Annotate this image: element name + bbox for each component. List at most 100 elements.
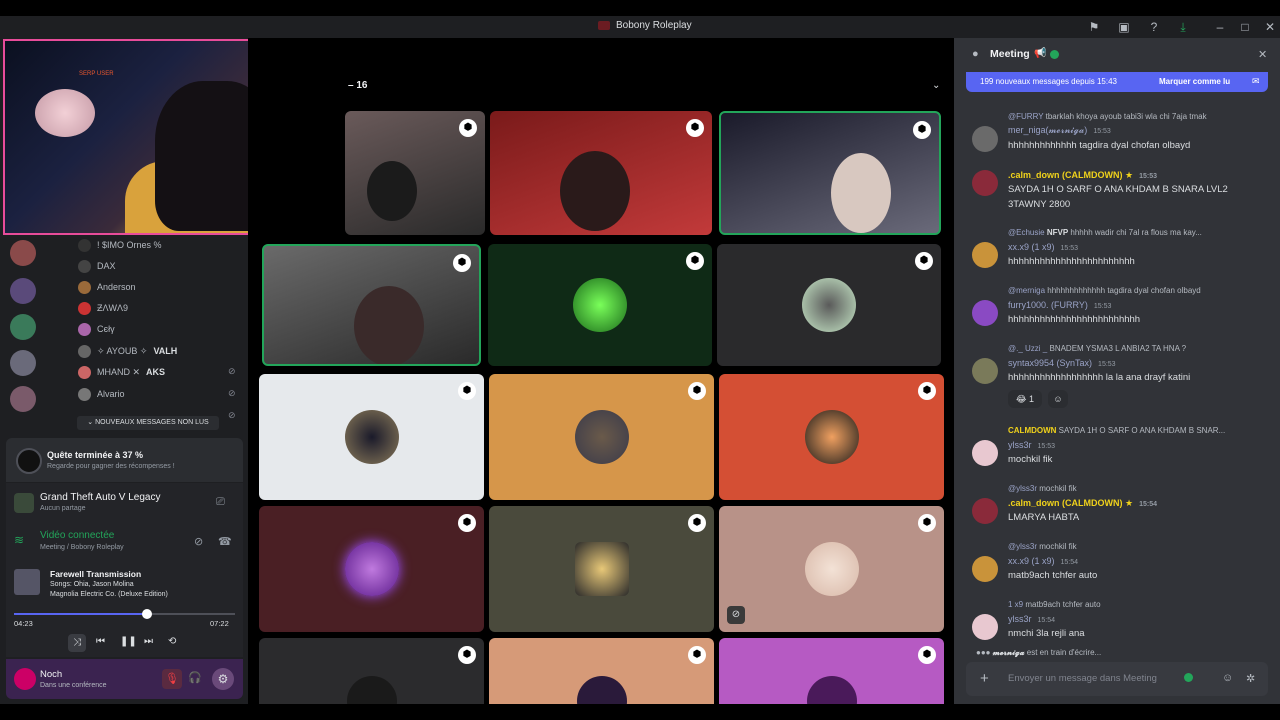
stream-badge-icon: ⬢ xyxy=(913,121,931,139)
member-item[interactable]: MHAND ✕ AKS xyxy=(78,363,165,381)
plus-icon[interactable]: + xyxy=(980,670,989,687)
avatar[interactable] xyxy=(972,300,998,326)
participant-video-tile[interactable]: ⬢ xyxy=(345,111,485,235)
avatar[interactable] xyxy=(972,170,998,196)
avatar[interactable] xyxy=(972,614,998,640)
new-messages-pill[interactable]: ⌄ NOUVEAUX MESSAGES NON LUS xyxy=(77,416,219,430)
avatar[interactable] xyxy=(972,498,998,524)
reply-preview: @FURRY tbarklah khoya ayoub tabi3i wla c… xyxy=(1008,112,1207,121)
participant-avatar-tile[interactable]: ⬢ xyxy=(259,638,484,704)
avatar[interactable] xyxy=(972,242,998,268)
message-text: 3TAWNY 2800 xyxy=(1008,199,1071,210)
pause-icon[interactable]: ❚❚ xyxy=(120,636,137,647)
download-icon[interactable]: ⤓ xyxy=(1175,19,1191,35)
previous-icon[interactable]: ⏮ xyxy=(96,636,105,647)
message-author: .calm_down (CALMDOWN) ★ 15:53 xyxy=(1008,170,1157,180)
quest-card[interactable]: Quête terminée à 37 % Regarde pour gagne… xyxy=(6,438,243,482)
close-icon[interactable]: ✕ xyxy=(1258,48,1267,61)
participant-avatar-tile[interactable]: ⬢ xyxy=(719,638,944,704)
message-composer[interactable]: + Envoyer un message dans Meeting ☺ ✲ xyxy=(966,662,1268,696)
participant-avatar-tile[interactable]: ⬢ xyxy=(489,506,714,632)
participant-video-tile[interactable]: ⬢ xyxy=(490,111,712,235)
participant-video-tile[interactable]: ⬢ xyxy=(262,244,481,366)
muted-icon: ⊘ xyxy=(228,410,236,420)
participant-avatar-tile[interactable]: ⬢ xyxy=(488,244,712,366)
message-input[interactable]: Envoyer un message dans Meeting xyxy=(1008,673,1157,684)
progress-handle[interactable] xyxy=(141,609,152,619)
server-icon[interactable] xyxy=(10,240,36,266)
maximize-icon[interactable]: □ xyxy=(1237,19,1253,35)
stream-badge-icon: ⬢ xyxy=(918,514,936,532)
member-item[interactable]: ! $IMO Ornes % xyxy=(78,236,162,254)
signal-icon: ≋ xyxy=(14,533,25,547)
track-album: Magnolia Electric Co. (Deluxe Edition) xyxy=(50,591,168,598)
avatar[interactable] xyxy=(972,126,998,152)
participant-avatar-tile[interactable]: ⬢ xyxy=(489,638,714,704)
server-icon[interactable] xyxy=(10,350,36,376)
mic-muted-icon[interactable]: 🎙 xyxy=(162,669,182,689)
member-item[interactable]: Anderson xyxy=(78,278,136,296)
progress-fill xyxy=(14,613,147,615)
mark-as-read-button[interactable]: Marquer comme lu xyxy=(1159,77,1230,86)
participant-avatar-tile[interactable]: ⬢ xyxy=(259,374,484,500)
stream-badge-icon: ⬢ xyxy=(458,514,476,532)
emoji-icon[interactable]: ☺ xyxy=(1222,672,1233,684)
participant-avatar-tile[interactable]: ⬢ ⊘ xyxy=(719,506,944,632)
avatar[interactable] xyxy=(972,358,998,384)
server-list xyxy=(0,232,46,432)
participant-avatar-tile[interactable]: ⬢ xyxy=(259,506,484,632)
disconnect-icon[interactable]: ☎ xyxy=(218,535,232,548)
muted-icon: ⊘ xyxy=(228,366,236,376)
headphones-icon[interactable]: 🎧 xyxy=(188,671,202,684)
avatar xyxy=(78,344,91,358)
participant-avatar-tile[interactable]: ⬢ xyxy=(717,244,941,366)
add-reaction-icon[interactable]: ☺ xyxy=(1048,390,1068,408)
online-dot-icon xyxy=(1050,50,1059,59)
screen-share-icon[interactable]: ⎚ xyxy=(216,496,225,509)
member-item[interactable]: Alvario xyxy=(78,385,125,403)
reaction-chip[interactable]: 😂 1 xyxy=(1008,390,1042,408)
new-messages-banner[interactable]: 199 nouveaux messages depuis 15:43 Marqu… xyxy=(966,72,1268,92)
track-artist: Songs: Ohia, Jason Molina xyxy=(50,581,134,588)
member-item[interactable]: ✧ AYOUB ✧ VALH xyxy=(78,342,177,360)
progress-track[interactable] xyxy=(14,609,235,619)
game-subtitle: Aucun partage xyxy=(40,505,86,512)
inbox-icon[interactable]: ▣ xyxy=(1116,19,1132,35)
next-icon[interactable]: ⏭ xyxy=(144,636,153,647)
reply-preview: CALMDOWN SAYDA 1H O SARF O ANA KHDAM B S… xyxy=(1008,426,1226,435)
participant-avatar-tile[interactable]: ⬢ xyxy=(719,374,944,500)
avatar[interactable] xyxy=(972,556,998,582)
settings-gear-icon[interactable]: ⚙ xyxy=(212,668,234,690)
message-author: furry1000. (FURRY) 15:53 xyxy=(1008,300,1112,310)
apps-icon[interactable]: ✲ xyxy=(1246,672,1255,685)
help-icon[interactable]: ? xyxy=(1146,19,1162,35)
avatar[interactable] xyxy=(972,440,998,466)
reply-preview: 1 x9 matb9ach tchfer auto xyxy=(1008,600,1101,609)
avatar xyxy=(344,542,399,596)
close-window-icon[interactable]: ✕ xyxy=(1262,19,1278,35)
participant-video-tile[interactable]: ⬢ xyxy=(719,111,941,235)
activity-panel: Grand Theft Auto V Legacy Aucun partage … xyxy=(6,483,243,657)
participant-avatar-tile[interactable]: ⬢ xyxy=(489,374,714,500)
flag-icon[interactable]: ⚑ xyxy=(1086,19,1102,35)
member-item[interactable]: ƵΛWΛ9 xyxy=(78,299,128,317)
server-icon[interactable] xyxy=(10,314,36,340)
noise-suppression-icon[interactable]: ⊘ xyxy=(194,535,203,548)
avatar xyxy=(78,280,91,294)
server-icon[interactable] xyxy=(10,278,36,304)
minimize-icon[interactable]: – xyxy=(1212,19,1228,35)
shuffle-icon[interactable]: ⤨ xyxy=(68,634,86,652)
member-item[interactable]: Cєłγ xyxy=(78,320,115,338)
stream-badge-icon: ⬢ xyxy=(686,252,704,270)
member-item[interactable]: DAX xyxy=(78,257,116,275)
message-author: xx.x9 (1 x9) 15:53 xyxy=(1008,242,1079,252)
star-icon: ★ xyxy=(1125,498,1134,508)
repeat-icon[interactable]: ⟲ xyxy=(168,636,176,647)
stream-badge-icon: ⬢ xyxy=(458,382,476,400)
chevron-down-icon[interactable]: ⌄ xyxy=(932,80,940,91)
online-dot-icon xyxy=(1184,673,1193,682)
server-icon xyxy=(598,21,610,30)
server-icon[interactable] xyxy=(10,386,36,412)
voice-channel[interactable]: Meeting / Bobony Roleplay xyxy=(40,544,124,551)
avatar[interactable] xyxy=(14,668,36,690)
